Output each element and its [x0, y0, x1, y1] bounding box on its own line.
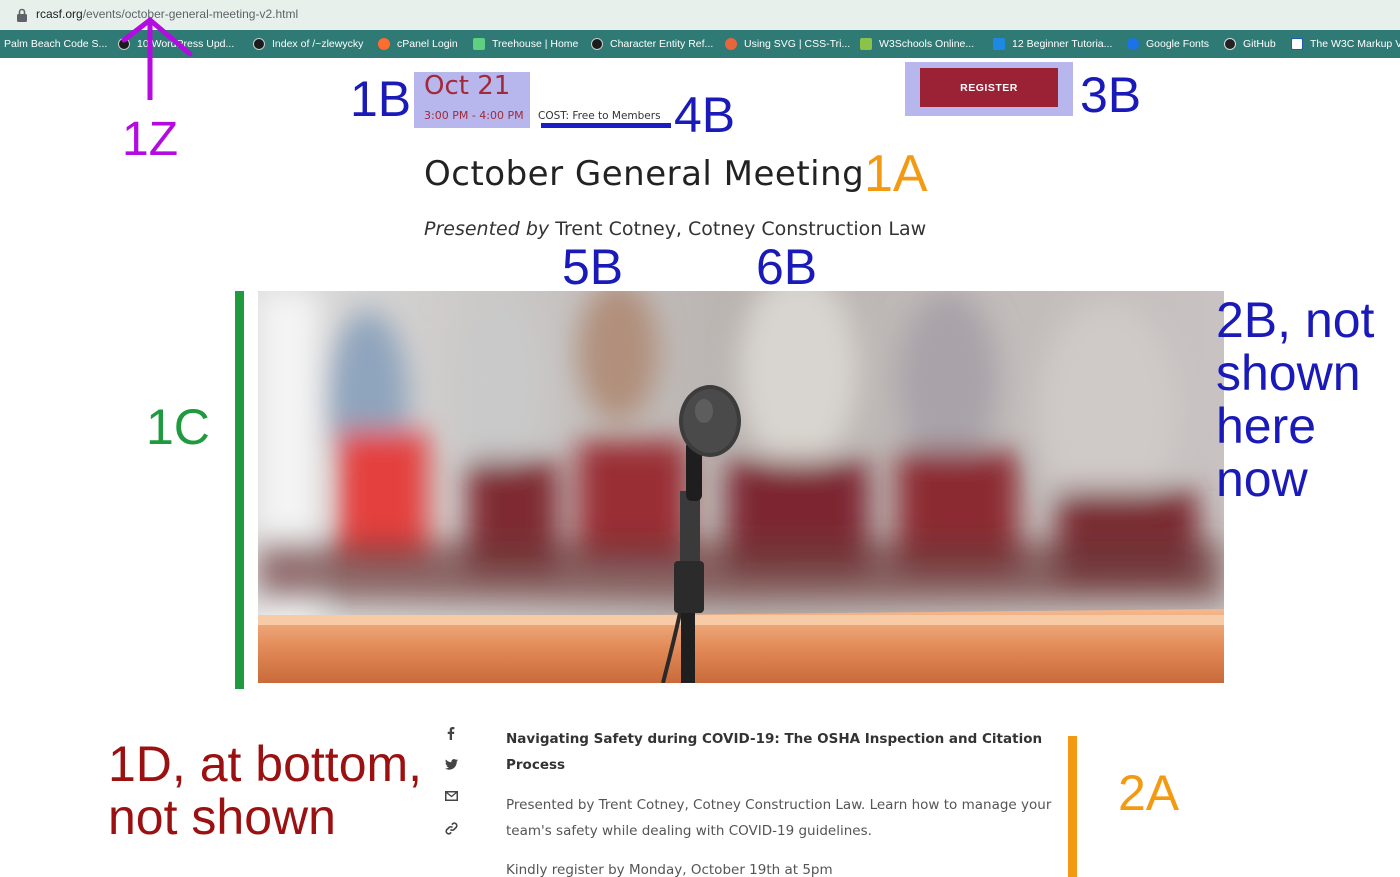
- microphone-podium-image: [258, 291, 1224, 683]
- facebook-icon[interactable]: [441, 727, 461, 740]
- globe-icon: [253, 38, 265, 50]
- presented-by-label: Presented by: [424, 218, 550, 240]
- treehouse-icon: [473, 38, 485, 50]
- address-bar[interactable]: rcasf.org/events/october-general-meeting…: [0, 0, 1400, 30]
- annotation-5b: 5B: [562, 239, 624, 295]
- register-button[interactable]: REGISTER: [920, 68, 1058, 107]
- article-description: Presented by Trent Cotney, Cotney Constr…: [506, 797, 1052, 839]
- cost-underline: [541, 123, 671, 128]
- w3schools-icon: [860, 38, 872, 50]
- lock-icon: [17, 8, 27, 22]
- bookmark-label: cPanel Login: [397, 38, 458, 50]
- annotation-2b-line: 2B, not: [1216, 292, 1375, 348]
- url-host: rcasf.org: [36, 7, 83, 21]
- bookmark-label: W3Schools Online...: [879, 38, 975, 50]
- annotation-1b: 1B: [350, 71, 412, 127]
- annotation-4b: 4B: [674, 87, 736, 143]
- bookmark-item[interactable]: Google Fonts: [1127, 30, 1209, 58]
- annotation-2b-line: now: [1216, 451, 1308, 507]
- w3c-icon: [1291, 38, 1303, 50]
- annotation-1z: 1Z: [122, 113, 179, 166]
- bookmark-label: Index of /~zlewycky: [272, 38, 364, 50]
- page-title: October General Meeting: [424, 154, 865, 194]
- bookmark-label: GitHub: [1243, 38, 1276, 50]
- link-icon[interactable]: [441, 822, 461, 835]
- bookmark-label: Google Fonts: [1146, 38, 1210, 50]
- section-marker-green: [235, 291, 244, 689]
- github-icon: [1224, 38, 1236, 50]
- presenter-line: Presented by Trent Cotney, Cotney Constr…: [424, 218, 926, 240]
- event-cost: COST: Free to Members: [538, 110, 661, 122]
- annotation-2a: 2A: [1118, 765, 1180, 821]
- annotation-1c: 1C: [146, 399, 210, 455]
- bookmark-item[interactable]: Character Entity Ref...: [591, 30, 713, 58]
- annotation-2b-line: here: [1216, 398, 1317, 454]
- bookmark-item[interactable]: Using SVG | CSS-Tri...: [725, 30, 850, 58]
- bookmarks-bar: Palm Beach Code S... 10 WordPress Upd...…: [0, 30, 1400, 58]
- bookmark-item[interactable]: Palm Beach Code S...: [4, 30, 107, 58]
- bookmark-item[interactable]: Index of /~zlewycky: [253, 30, 363, 58]
- bookmark-item[interactable]: W3Schools Online...: [860, 30, 974, 58]
- annotation-1d: 1D, at bottom, not shown: [108, 738, 422, 844]
- annotation-1d-line: not shown: [108, 789, 336, 845]
- google-fonts-icon: [1127, 38, 1139, 50]
- medium-icon: [993, 38, 1005, 50]
- bookmark-label: Using SVG | CSS-Tri...: [744, 38, 851, 50]
- event-date: Oct 21: [424, 71, 511, 101]
- annotation-2b: 2B, not shown here now: [1216, 294, 1374, 506]
- article-title: Navigating Safety during COVID-19: The O…: [506, 731, 1043, 773]
- bookmark-item[interactable]: Treehouse | Home: [473, 30, 578, 58]
- bookmark-label: Palm Beach Code S...: [4, 38, 108, 50]
- event-time: 3:00 PM - 4:00 PM: [424, 109, 524, 122]
- article-register-note: Kindly register by Monday, October 19th …: [506, 862, 833, 877]
- bookmark-label: Treehouse | Home: [492, 38, 579, 50]
- annotation-2b-line: shown: [1216, 345, 1361, 401]
- cpanel-icon: [378, 38, 390, 50]
- bookmark-item[interactable]: The W3C Markup V: [1291, 30, 1400, 58]
- bookmark-item[interactable]: 12 Beginner Tutoria...: [993, 30, 1112, 58]
- annotation-3b: 3B: [1080, 67, 1142, 123]
- bookmark-item[interactable]: GitHub: [1224, 30, 1276, 58]
- bookmark-label: 12 Beginner Tutoria...: [1012, 38, 1113, 50]
- bookmark-label: Character Entity Ref...: [610, 38, 714, 50]
- annotation-1a: 1A: [864, 145, 928, 203]
- bookmark-label: The W3C Markup V: [1310, 38, 1400, 50]
- globe-icon: [591, 38, 603, 50]
- twitter-icon[interactable]: [441, 759, 461, 770]
- bookmark-item[interactable]: cPanel Login: [378, 30, 458, 58]
- hero-image: [258, 291, 1224, 683]
- email-icon[interactable]: [441, 791, 461, 801]
- annotation-1d-line: 1D, at bottom,: [108, 736, 423, 792]
- annotation-6b: 6B: [756, 239, 818, 295]
- arrow-up-icon: [121, 17, 193, 100]
- section-marker-orange: [1068, 736, 1077, 877]
- presenter-name: Trent Cotney, Cotney Construction Law: [555, 218, 927, 240]
- css-tricks-icon: [725, 38, 737, 50]
